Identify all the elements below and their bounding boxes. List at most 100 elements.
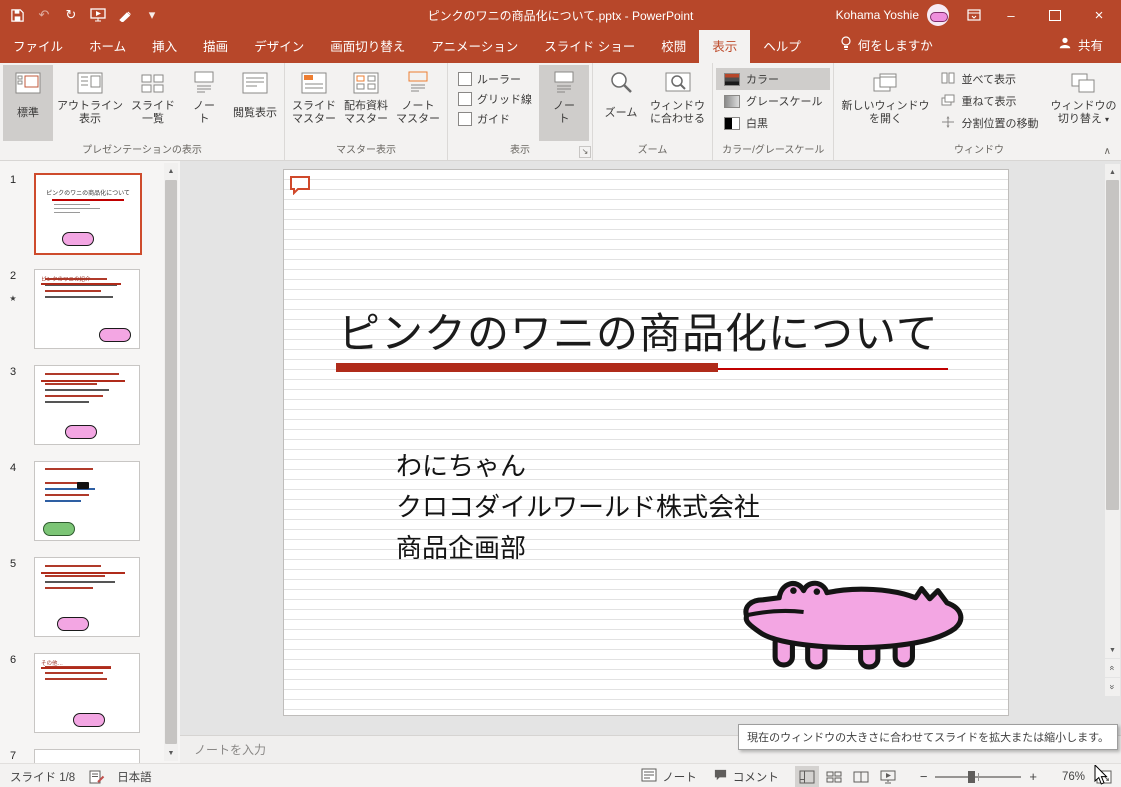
canvas-scrollbar[interactable]: ▲ ▼ « » [1105, 164, 1120, 696]
slide-thumbnail-1[interactable]: ピンクのワニの商品化について [34, 173, 142, 255]
notes-toggle[interactable]: ノート [641, 768, 697, 785]
cascade-button[interactable]: 重ねて表示 [933, 90, 1046, 112]
scroll-down-icon[interactable]: ▼ [164, 745, 178, 761]
touch-mode-icon[interactable] [116, 6, 134, 24]
dialog-launcher-icon[interactable]: ↘ [579, 146, 591, 158]
slide-number: 1 [9, 174, 17, 186]
scroll-up-icon[interactable]: ▲ [164, 163, 178, 179]
comments-toggle[interactable]: コメント [713, 768, 779, 785]
comment-icon [713, 768, 728, 785]
group-label: ウィンドウ [953, 145, 1004, 156]
tab-insert[interactable]: 挿入 [139, 29, 190, 63]
save-icon[interactable] [8, 6, 26, 24]
scroll-up-icon[interactable]: ▲ [1105, 164, 1120, 180]
fit-to-window-button[interactable]: ウィンドウ に合わせる [646, 65, 709, 141]
previous-slide-button[interactable]: « [1105, 659, 1120, 677]
qat-customize-icon[interactable]: ▾ [143, 6, 161, 24]
new-window-button[interactable]: 新しいウィンドウ を開く [837, 65, 933, 141]
notes-page-button[interactable]: ノート [179, 65, 229, 141]
tab-help[interactable]: ヘルプ [750, 29, 814, 63]
guides-checkbox[interactable]: ガイド [453, 109, 537, 129]
group-label: ズーム [637, 145, 668, 156]
zoom-slider-thumb[interactable] [968, 770, 976, 783]
reading-view-shortcut[interactable] [849, 766, 873, 787]
color-button[interactable]: カラー [716, 68, 831, 90]
thumbnail-title: その他… [41, 661, 64, 667]
redo-icon[interactable]: ↻ [62, 6, 80, 24]
slide-sorter-button[interactable]: スライド 一覧 [127, 65, 179, 141]
button-label: ノート [193, 100, 215, 125]
zoom-percentage[interactable]: 76% [1049, 771, 1085, 783]
tab-slideshow[interactable]: スライド ショー [531, 29, 648, 63]
thumbnails-scrollbar[interactable]: ▲ ▼ [164, 163, 178, 761]
button-label: 白黒 [746, 118, 768, 130]
switch-windows-button[interactable]: ウィンドウの 切り替え ▾ [1046, 65, 1120, 141]
notes-master-icon [407, 67, 429, 99]
slide-thumbnail-5[interactable] [34, 557, 140, 637]
notes-toggle-button[interactable]: ノート [539, 65, 589, 141]
pink-crocodile-image[interactable] [739, 553, 974, 671]
checkbox-icon [458, 72, 472, 86]
zoom-out-button[interactable]: − [920, 769, 928, 784]
title-bar: ↶ ↻ ▾ ピンクのワニの商品化について.pptx - PowerPoint K… [0, 0, 1121, 30]
account-user-name[interactable]: Kohama Yoshie [836, 8, 919, 22]
normal-view-button[interactable]: 標準 [3, 65, 53, 141]
spellcheck-icon[interactable] [89, 770, 105, 784]
tab-draw[interactable]: 描画 [190, 29, 241, 63]
zoom-slider[interactable] [935, 770, 1022, 783]
black-and-white-button[interactable]: 白黒 [716, 112, 830, 134]
normal-view-shortcut[interactable] [794, 766, 819, 787]
handout-master-button[interactable]: 配布資料 マスター [340, 65, 392, 141]
comment-indicator-icon[interactable] [289, 175, 311, 198]
outline-view-button[interactable]: アウトライン 表示 [53, 65, 127, 141]
scrollbar-track[interactable] [1105, 180, 1120, 642]
arrange-all-button[interactable]: 並べて表示 [933, 68, 1046, 90]
start-slideshow-icon[interactable] [89, 6, 107, 24]
button-label: 閲覧表示 [233, 107, 277, 119]
button-label: 分割位置の移動 [961, 118, 1039, 130]
slide-1[interactable]: ピンクのワニの商品化について わにちゃん クロコダイルワールド株式会社 商品企画… [283, 169, 1009, 716]
slide-subtitle-text[interactable]: わにちゃん クロコダイルワールド株式会社 商品企画部 [396, 446, 760, 569]
maximize-button[interactable] [1033, 0, 1077, 30]
ribbon-display-options-icon[interactable] [959, 0, 989, 30]
undo-icon[interactable]: ↶ [35, 6, 53, 24]
tab-review[interactable]: 校閲 [648, 29, 699, 63]
tab-transitions[interactable]: 画面切り替え [317, 29, 418, 63]
tab-file[interactable]: ファイル [0, 29, 76, 63]
notes-master-button[interactable]: ノート マスター [392, 65, 444, 141]
reading-view-button[interactable]: 閲覧表示 [229, 65, 281, 141]
slide-thumbnail-2[interactable]: ピンクのワニの紹介 [34, 269, 140, 349]
reading-view-icon [242, 67, 268, 99]
next-slide-button[interactable]: » [1105, 678, 1120, 696]
close-button[interactable]: × [1077, 0, 1121, 30]
slide-master-button[interactable]: スライド マスター [288, 65, 340, 141]
slide-title-text[interactable]: ピンクのワニの商品化について [338, 300, 939, 361]
move-split-button[interactable]: 分割位置の移動 [933, 112, 1046, 134]
slide-thumbnail-7[interactable] [34, 749, 140, 763]
collapse-ribbon-icon[interactable]: ∧ [1104, 146, 1111, 157]
gridlines-checkbox[interactable]: グリッド線 [453, 89, 537, 109]
slide-thumbnail-3[interactable] [34, 365, 140, 445]
scrollbar-thumb[interactable] [1106, 180, 1119, 510]
zoom-button[interactable]: ズーム [596, 65, 646, 141]
tab-home[interactable]: ホーム [76, 29, 139, 63]
tab-animations[interactable]: アニメーション [418, 29, 531, 63]
slideshow-shortcut[interactable] [876, 766, 900, 787]
slide-thumbnail-4[interactable] [34, 461, 140, 541]
share-button[interactable]: 共有 [1058, 35, 1121, 63]
language-indicator[interactable]: 日本語 [117, 769, 152, 785]
tab-view[interactable]: 表示 [699, 29, 751, 63]
title-underline [336, 363, 948, 373]
tab-design[interactable]: デザイン [241, 29, 317, 63]
minimize-button[interactable]: – [989, 0, 1033, 30]
view-shortcuts [794, 766, 900, 787]
ruler-checkbox[interactable]: ルーラー [453, 69, 537, 89]
scrollbar-thumb[interactable] [165, 180, 177, 744]
slide-thumbnail-6[interactable]: その他… [34, 653, 140, 733]
scroll-down-icon[interactable]: ▼ [1105, 642, 1120, 658]
tell-me-search[interactable]: 何をしますか [840, 35, 933, 63]
user-avatar[interactable] [927, 4, 949, 26]
slide-sorter-shortcut[interactable] [822, 766, 846, 787]
grayscale-button[interactable]: グレースケール [716, 90, 830, 112]
zoom-in-button[interactable]: + [1029, 769, 1037, 784]
